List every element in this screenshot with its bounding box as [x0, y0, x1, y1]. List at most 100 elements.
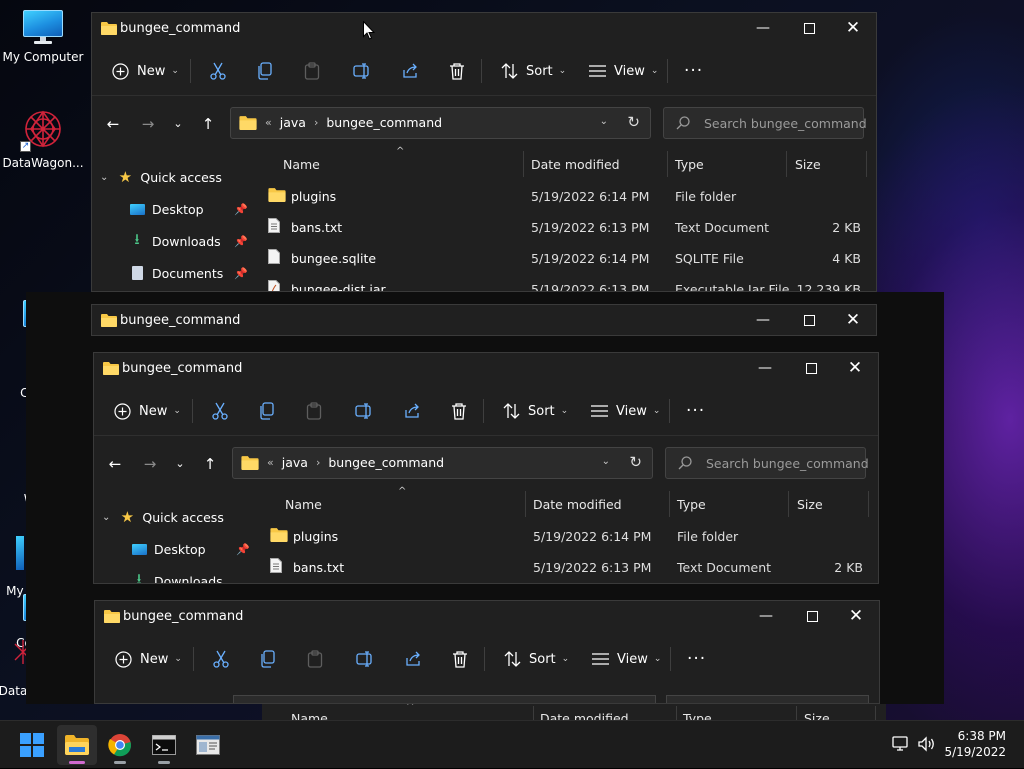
close-button[interactable]: ✕ [832, 353, 878, 383]
column-date-modified[interactable]: Date modified [533, 497, 622, 512]
title-bar[interactable]: bungee_command — ✕ [94, 353, 878, 383]
more-options-button[interactable]: ··· [684, 59, 703, 83]
copy-button[interactable] [259, 399, 275, 423]
column-type[interactable]: Type [677, 497, 706, 512]
maximize-button[interactable] [786, 305, 832, 335]
table-row[interactable]: plugins 5/19/2022 6:14 PM File folder [254, 521, 878, 551]
sort-button[interactable]: Sort ⌄ [503, 399, 568, 423]
paste-button[interactable] [307, 647, 323, 671]
network-icon[interactable] [892, 735, 910, 755]
share-button[interactable] [403, 399, 421, 423]
back-button[interactable]: ← [105, 454, 125, 474]
cut-button[interactable] [211, 399, 229, 423]
view-button[interactable]: View ⌄ [591, 399, 660, 423]
table-row[interactable]: bans.txt 5/19/2022 6:13 PM Text Document… [254, 552, 878, 582]
view-button[interactable]: View ⌄ [589, 59, 658, 83]
sidebar-item-downloads[interactable]: ⭳ Downloads [128, 228, 220, 254]
title-bar[interactable]: bungee_command — ✕ [92, 305, 876, 335]
copy-button[interactable] [260, 647, 276, 671]
desktop-icon-my-computer[interactable]: My Computer [0, 10, 86, 64]
column-type[interactable]: Type [675, 157, 704, 172]
new-button[interactable]: New ⌄ [112, 59, 179, 83]
minimize-button[interactable]: — [740, 305, 786, 335]
taskbar-terminal[interactable] [144, 725, 184, 765]
title-bar[interactable]: bungee_command — ✕ [95, 601, 879, 631]
share-button[interactable] [401, 59, 419, 83]
up-button[interactable]: ↑ [200, 454, 220, 474]
file-explorer-window-ghost[interactable]: bungee_command — ✕ [91, 304, 877, 336]
more-options-button[interactable]: ··· [686, 399, 705, 423]
file-explorer-window-ghost[interactable]: bungee_command — ✕ New ⌄ Sort ⌄ View ⌄ ·… [94, 600, 880, 704]
forward-button[interactable]: → [138, 114, 158, 134]
delete-button[interactable] [452, 647, 468, 671]
address-bar[interactable]: « java › bungee_command ⌄ ↻ [232, 447, 653, 479]
address-bar[interactable] [233, 695, 656, 703]
minimize-button[interactable]: — [740, 13, 786, 43]
column-name[interactable]: Name [285, 497, 322, 512]
new-button[interactable]: New ⌄ [114, 399, 181, 423]
desktop-icon-datawagon[interactable]: ↗ DataWagon... [0, 108, 86, 170]
up-button[interactable]: ↑ [198, 114, 218, 134]
back-button[interactable]: ← [103, 114, 123, 134]
sidebar-item-desktop[interactable]: Desktop [130, 536, 206, 562]
column-size[interactable]: Size [795, 157, 821, 172]
rename-button[interactable] [353, 59, 371, 83]
share-button[interactable] [404, 647, 422, 671]
title-bar[interactable]: bungee_command — ✕ [92, 13, 876, 43]
search-box[interactable]: Search bungee_command [665, 447, 869, 479]
column-date-modified[interactable]: Date modified [531, 157, 620, 172]
forward-button[interactable]: → [140, 454, 160, 474]
minimize-button[interactable]: — [743, 601, 789, 631]
table-row[interactable]: bans.txt 5/19/2022 6:13 PM Text Document… [252, 212, 876, 242]
breadcrumb-item-java[interactable]: java [282, 455, 308, 470]
file-explorer-window[interactable]: bungee_command — ✕ New ⌄ Sort ⌄ View ⌄ ·… [91, 12, 877, 292]
recent-locations-button[interactable]: ⌄ [170, 454, 190, 474]
search-box[interactable] [666, 695, 869, 703]
new-button[interactable]: New ⌄ [115, 647, 182, 671]
close-button[interactable]: ✕ [830, 305, 876, 335]
copy-button[interactable] [257, 59, 273, 83]
table-row[interactable]: plugins 5/19/2022 6:14 PM File folder [252, 181, 876, 211]
taskbar-chrome[interactable] [100, 725, 140, 765]
rename-button[interactable] [356, 647, 374, 671]
table-row[interactable]: bungee-dist.jar 5/19/2022 6:13 PM Execut… [252, 274, 876, 291]
sort-button[interactable]: Sort ⌄ [504, 647, 569, 671]
more-options-button[interactable]: ··· [687, 647, 706, 671]
sort-button[interactable]: Sort ⌄ [501, 59, 566, 83]
paste-button[interactable] [306, 399, 322, 423]
delete-button[interactable] [451, 399, 467, 423]
table-row[interactable]: bungee.sqlite 5/19/2022 6:14 PM SQLITE F… [252, 243, 876, 273]
rename-button[interactable] [355, 399, 373, 423]
cut-button[interactable] [212, 647, 230, 671]
sidebar-item-quick-access[interactable]: ⌄ ★ Quick access [102, 504, 224, 530]
address-dropdown-icon[interactable]: ⌄ [602, 456, 610, 467]
column-size[interactable]: Size [797, 497, 823, 512]
file-explorer-window-ghost[interactable]: bungee_command — ✕ New ⌄ Sort ⌄ View ⌄ ·… [93, 352, 879, 584]
cut-button[interactable] [209, 59, 227, 83]
view-button[interactable]: View ⌄ [592, 647, 661, 671]
volume-icon[interactable] [918, 735, 936, 755]
paste-button[interactable] [304, 59, 320, 83]
recent-locations-button[interactable]: ⌄ [168, 114, 188, 134]
refresh-icon[interactable]: ↻ [627, 113, 640, 131]
taskbar-file-explorer[interactable] [57, 725, 97, 765]
sidebar-item-quick-access[interactable]: ⌄ ★ Quick access [100, 164, 222, 190]
breadcrumb-item-bungee-command[interactable]: bungee_command [328, 455, 444, 470]
breadcrumb-item-bungee-command[interactable]: bungee_command [326, 115, 442, 130]
refresh-icon[interactable]: ↻ [629, 453, 642, 471]
delete-button[interactable] [449, 59, 465, 83]
maximize-button[interactable] [788, 353, 834, 383]
minimize-button[interactable]: — [742, 353, 788, 383]
address-bar[interactable]: « java › bungee_command ⌄ ↻ [230, 107, 651, 139]
close-button[interactable]: ✕ [833, 601, 879, 631]
search-box[interactable]: Search bungee_command [663, 107, 867, 139]
maximize-button[interactable] [789, 601, 835, 631]
start-button[interactable] [12, 725, 52, 765]
sidebar-item-desktop[interactable]: Desktop [128, 196, 204, 222]
address-dropdown-icon[interactable]: ⌄ [600, 116, 608, 127]
sidebar-item-documents[interactable]: Documents [128, 260, 223, 286]
taskbar-clock[interactable]: 6:38 PM 5/19/2022 [944, 728, 1006, 760]
taskbar-app[interactable] [188, 725, 228, 765]
close-button[interactable]: ✕ [830, 13, 876, 43]
maximize-button[interactable] [786, 13, 832, 43]
